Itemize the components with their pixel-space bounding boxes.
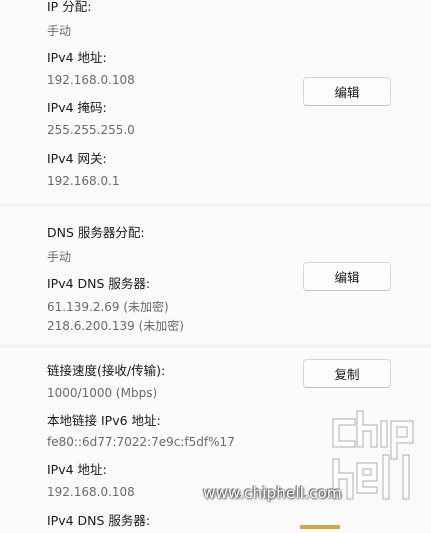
props-ipv4-address-value: 192.168.0.108 [47,485,135,499]
ipv4-address-label: IPv4 地址: [47,50,107,65]
ipv4-gateway-value: 192.168.0.1 [47,174,120,188]
copy-button[interactable]: 复制 [303,359,391,388]
ipv6-local-value: fe80::6d77:7022:7e9c:f5df%17 [47,435,235,449]
ip-assignment-value: 手动 [47,24,72,38]
watermark-accent-strip [300,525,340,529]
dns-assignment-label: DNS 服务器分配: [47,225,145,240]
dns-secondary-value: 218.6.200.139 (未加密) [47,319,184,333]
props-ipv4-dns-label: IPv4 DNS 服务器: [47,513,151,528]
ipv4-gateway-label: IPv4 网关: [47,151,107,166]
watermark-url: www.chiphell.com [203,484,342,502]
link-speed-label: 链接速度(接收/传输): [47,363,166,378]
dns-assignment-value: 手动 [47,250,72,264]
ipv4-dns-label: IPv4 DNS 服务器: [47,276,151,291]
ip-settings-card: IP 分配: 手动 IPv4 地址: 192.168.0.108 IPv4 掩码… [0,0,431,203]
ipv4-mask-value: 255.255.255.0 [47,123,135,137]
props-ipv4-address-label: IPv4 地址: [47,462,107,477]
ip-edit-button[interactable]: 编辑 [303,77,391,106]
ipv6-local-label: 本地链接 IPv6 地址: [47,413,161,428]
ipv4-mask-label: IPv4 掩码: [47,100,107,115]
dns-settings-card: DNS 服务器分配: 手动 IPv4 DNS 服务器: 61.139.2.69 … [0,206,431,344]
link-speed-value: 1000/1000 (Mbps) [47,386,158,400]
ipv4-address-value: 192.168.0.108 [47,73,135,87]
dns-edit-button[interactable]: 编辑 [303,262,391,291]
dns-primary-value: 61.139.2.69 (未加密) [47,300,169,314]
chiphell-logo-icon [332,410,414,500]
ip-assignment-label: IP 分配: [47,0,92,14]
